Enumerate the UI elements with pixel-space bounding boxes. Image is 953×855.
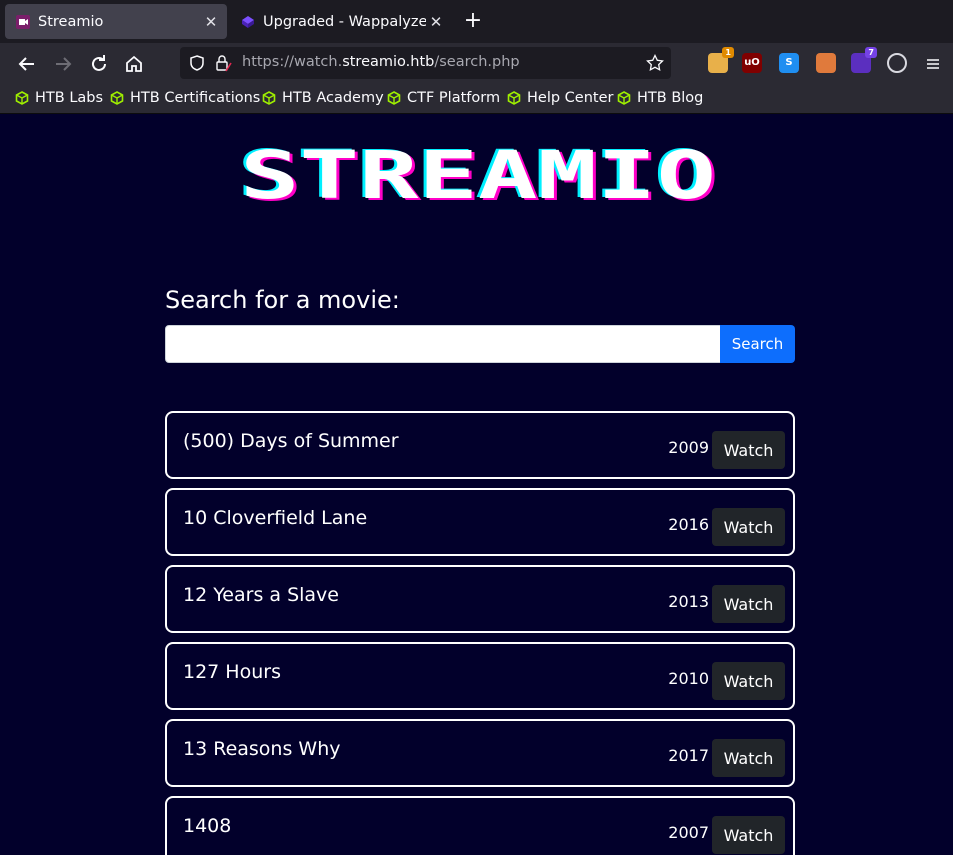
movie-card: 127 Hours 2010 Watch <box>165 642 795 710</box>
bookmark-star-icon[interactable] <box>646 53 664 72</box>
watch-button[interactable]: Watch <box>712 662 785 700</box>
movie-year: 2009 <box>668 438 709 457</box>
cookie-extension-icon[interactable] <box>816 53 836 73</box>
movie-title: 127 Hours <box>183 661 281 683</box>
watch-button[interactable]: Watch <box>712 508 785 546</box>
movie-title: 1408 <box>183 815 232 837</box>
s-extension-icon[interactable]: S <box>779 53 799 73</box>
movie-year: 2010 <box>668 669 709 688</box>
bookmark-item[interactable]: HTB Certifications <box>110 90 260 106</box>
watch-button[interactable]: Watch <box>712 431 785 469</box>
tab-streamio[interactable]: Streamio ✕ <box>5 4 227 39</box>
movie-year: 2017 <box>668 746 709 765</box>
bookmark-label: HTB Blog <box>637 90 704 106</box>
htb-cube-icon <box>617 91 631 105</box>
movie-year: 2016 <box>668 515 709 534</box>
watch-button[interactable]: Watch <box>712 585 785 623</box>
extension-badge: 7 <box>865 47 877 58</box>
watch-button[interactable]: Watch <box>712 816 785 854</box>
bookmark-label: HTB Academy <box>282 90 384 106</box>
bookmark-item[interactable]: Help Center <box>507 90 613 106</box>
tab-title: Upgraded - Wappalyzer <box>263 13 426 30</box>
home-icon[interactable] <box>122 52 146 76</box>
wappalyzer-extension-icon[interactable]: 7 <box>851 47 877 73</box>
address-bar[interactable]: https://watch.streamio.htb/search.php <box>180 47 671 79</box>
ghostery-extension-icon[interactable]: 1 <box>708 47 734 73</box>
wappalyzer-favicon-icon <box>241 15 255 29</box>
bookmark-item[interactable]: HTB Blog <box>617 90 703 106</box>
htb-cube-icon <box>15 91 29 105</box>
movie-title: (500) Days of Summer <box>183 430 399 452</box>
url-text: https://watch.streamio.htb/search.php <box>242 54 520 70</box>
streamio-logo: STREAMIO STREAMIO STREAMIO <box>240 137 719 216</box>
close-tab-icon[interactable]: ✕ <box>426 13 446 31</box>
shield-icon[interactable] <box>188 54 206 72</box>
bookmark-item[interactable]: HTB Labs <box>15 90 103 106</box>
movie-card: 12 Years a Slave 2013 Watch <box>165 565 795 633</box>
reload-icon[interactable] <box>87 52 111 76</box>
cookie-editor-extension-icon[interactable] <box>887 53 907 73</box>
forward-arrow-icon[interactable] <box>51 52 75 76</box>
movie-title: 13 Reasons Why <box>183 738 341 760</box>
extension-badge: 1 <box>722 47 734 58</box>
bookmark-label: HTB Labs <box>35 90 104 106</box>
close-tab-icon[interactable]: ✕ <box>201 13 221 31</box>
bookmark-label: CTF Platform <box>407 90 501 106</box>
htb-cube-icon <box>110 91 124 105</box>
bookmark-label: Help Center <box>527 90 614 106</box>
back-arrow-icon[interactable] <box>15 52 39 76</box>
htb-cube-icon <box>387 91 401 105</box>
bookmarks-toolbar: HTB Labs HTB Certifications HTB Academy CTF… <box>0 84 953 114</box>
movie-card: 10 Cloverfield Lane 2016 Watch <box>165 488 795 556</box>
htb-cube-icon <box>262 91 276 105</box>
tab-bar: Streamio ✕ Upgraded - Wappalyzer ✕ + <box>0 0 953 43</box>
menu-hamburger-icon[interactable] <box>921 52 945 76</box>
lock-warning-icon[interactable] <box>214 54 232 72</box>
movie-year: 2007 <box>668 823 709 842</box>
movie-title: 12 Years a Slave <box>183 584 339 606</box>
tab-title: Streamio <box>38 13 104 30</box>
ublock-extension-icon[interactable]: uO <box>742 53 762 73</box>
search-input[interactable] <box>165 325 721 363</box>
movie-card: 13 Reasons Why 2017 Watch <box>165 719 795 787</box>
htb-cube-icon <box>507 91 521 105</box>
search-heading: Search for a movie: <box>165 286 400 314</box>
new-tab-button[interactable]: + <box>462 8 484 33</box>
navigation-bar: https://watch.streamio.htb/search.php 1u… <box>0 43 953 84</box>
bookmark-label: HTB Certifications <box>130 90 261 106</box>
movie-card: 1408 2007 Watch <box>165 796 795 855</box>
bookmark-item[interactable]: CTF Platform <box>387 90 500 106</box>
movie-title: 10 Cloverfield Lane <box>183 507 368 529</box>
bookmark-item[interactable]: HTB Academy <box>262 90 384 106</box>
tab-wappalyzer[interactable]: Upgraded - Wappalyzer ✕ <box>230 4 452 39</box>
watch-button[interactable]: Watch <box>712 739 785 777</box>
movie-year: 2013 <box>668 592 709 611</box>
streamio-favicon-icon <box>16 14 30 29</box>
logo-text: STREAMIO <box>240 137 716 214</box>
movie-card: (500) Days of Summer 2009 Watch <box>165 411 795 479</box>
search-button[interactable]: Search <box>720 325 795 363</box>
